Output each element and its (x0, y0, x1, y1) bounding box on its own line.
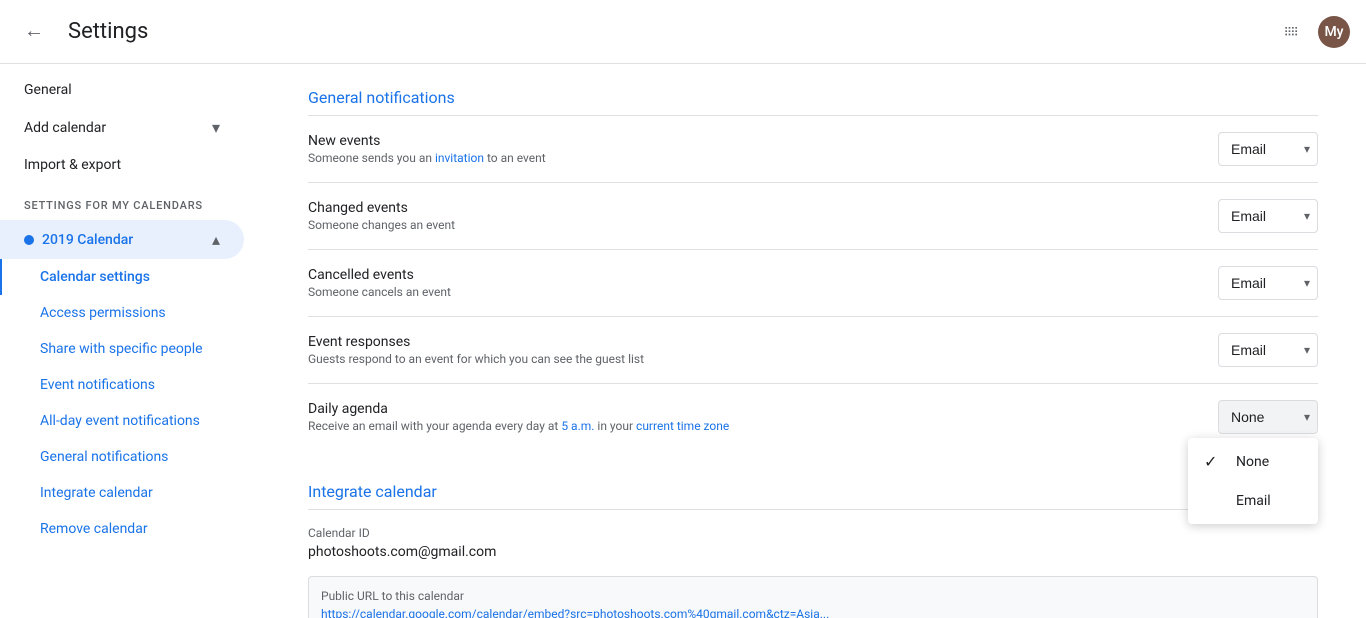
general-label: General (24, 82, 72, 98)
sidebar-item-share-people[interactable]: Share with specific people (0, 331, 244, 367)
dropdown-none-label: None (1236, 454, 1269, 470)
event-responses-select-wrapper: Email None ▾ (1218, 333, 1318, 367)
sidebar-item-remove[interactable]: Remove calendar (0, 511, 244, 547)
daily-agenda-select-wrapper: None Email ▾ ✓ None ✓ Email (1218, 400, 1318, 434)
daily-agenda-row: Daily agenda Receive an email with your … (308, 384, 1318, 450)
apps-grid-button[interactable] (1274, 14, 1310, 50)
calendar-name: 2019 Calendar (42, 232, 133, 248)
back-button[interactable]: ← (16, 12, 52, 51)
changed-events-select[interactable]: Email None (1218, 199, 1318, 233)
calendar-dot (24, 235, 34, 245)
public-url-label: Public URL to this calendar (321, 589, 1305, 603)
user-avatar[interactable]: My (1318, 16, 1350, 48)
new-events-label: New events (308, 133, 546, 149)
time-link[interactable]: 5 a.m. (561, 419, 594, 433)
integrate-section: Integrate calendar Calendar ID photoshoo… (308, 482, 1318, 618)
remove-label: Remove calendar (40, 521, 148, 537)
new-events-row: New events Someone sends you an invitati… (308, 116, 1318, 183)
event-notifications-label: Event notifications (40, 377, 155, 393)
chevron-down-icon: ▾ (212, 118, 220, 137)
allday-notifications-label: All-day event notifications (40, 413, 200, 429)
cancelled-events-desc: Someone cancels an event (308, 285, 451, 299)
changed-events-text: Changed events Someone changes an event (308, 200, 455, 232)
new-events-select[interactable]: Email None (1218, 132, 1318, 166)
sidebar-item-general[interactable]: General (0, 72, 244, 108)
timezone-link[interactable]: current time zone (636, 419, 729, 433)
dropdown-email-label: Email (1236, 493, 1271, 509)
access-permissions-label: Access permissions (40, 305, 166, 321)
sidebar-item-add-calendar[interactable]: Add calendar ▾ (0, 108, 244, 147)
event-responses-text: Event responses Guests respond to an eve… (308, 334, 644, 366)
add-calendar-label: Add calendar (24, 120, 106, 136)
event-responses-desc: Guests respond to an event for which you… (308, 352, 644, 366)
integrate-divider (308, 509, 1318, 510)
main-content: General notifications New events Someone… (260, 64, 1366, 618)
cancelled-events-label: Cancelled events (308, 267, 451, 283)
sidebar-item-2019-calendar[interactable]: 2019 Calendar ▴ (0, 220, 244, 259)
changed-events-label: Changed events (308, 200, 455, 216)
apps-grid-icon (1282, 22, 1302, 42)
cancelled-events-select[interactable]: Email None (1218, 266, 1318, 300)
integrate-title: Integrate calendar (308, 482, 1318, 501)
daily-agenda-desc: Receive an email with your agenda every … (308, 419, 729, 433)
cancelled-events-select-wrapper: Email None ▾ (1218, 266, 1318, 300)
sidebar-item-event-notifications[interactable]: Event notifications (0, 367, 244, 403)
general-notifications-title: General notifications (308, 88, 1318, 107)
import-export-label: Import & export (24, 157, 121, 173)
integrate-label: Integrate calendar (40, 485, 153, 501)
sidebar-item-access-permissions[interactable]: Access permissions (0, 295, 244, 331)
back-icon: ← (24, 20, 44, 43)
new-events-select-wrapper: Email None ▾ (1218, 132, 1318, 166)
cancelled-events-text: Cancelled events Someone cancels an even… (308, 267, 451, 299)
share-people-label: Share with specific people (40, 341, 203, 357)
calendar-id-label: Calendar ID (308, 526, 1318, 540)
dropdown-item-none[interactable]: ✓ None (1188, 442, 1318, 481)
calendar-id-value: photoshoots.com@gmail.com (308, 544, 1318, 560)
sidebar-item-integrate[interactable]: Integrate calendar (0, 475, 244, 511)
top-bar-left: ← Settings (16, 12, 148, 51)
chevron-up-icon: ▴ (212, 230, 220, 249)
calendar-group: 2019 Calendar (24, 232, 133, 248)
event-responses-row: Event responses Guests respond to an eve… (308, 317, 1318, 384)
sidebar-item-allday-notifications[interactable]: All-day event notifications (0, 403, 244, 439)
invitation-link[interactable]: invitation (435, 151, 484, 165)
layout: General Add calendar ▾ Import & export S… (0, 64, 1366, 618)
changed-events-select-wrapper: Email None ▾ (1218, 199, 1318, 233)
public-url-value: https://calendar.google.com/calendar/emb… (321, 607, 1305, 618)
public-url-box: Public URL to this calendar https://cale… (308, 576, 1318, 618)
new-events-text: New events Someone sends you an invitati… (308, 133, 546, 165)
calendar-settings-label: Calendar settings (40, 269, 150, 285)
sidebar-item-general-notifications[interactable]: General notifications (0, 439, 244, 475)
changed-events-row: Changed events Someone changes an event … (308, 183, 1318, 250)
changed-events-desc: Someone changes an event (308, 218, 455, 232)
event-responses-select[interactable]: Email None (1218, 333, 1318, 367)
new-events-desc: Someone sends you an invitation to an ev… (308, 151, 546, 165)
page-title: Settings (68, 19, 148, 44)
settings-for-section: Settings for my calendars (0, 183, 260, 220)
general-notifications-label: General notifications (40, 449, 168, 465)
sidebar-item-calendar-settings[interactable]: Calendar settings (0, 259, 244, 295)
sidebar: General Add calendar ▾ Import & export S… (0, 64, 260, 618)
daily-agenda-select[interactable]: None Email (1218, 400, 1318, 434)
daily-agenda-text: Daily agenda Receive an email with your … (308, 401, 729, 433)
daily-agenda-label: Daily agenda (308, 401, 729, 417)
event-responses-label: Event responses (308, 334, 644, 350)
sidebar-item-import-export[interactable]: Import & export (0, 147, 244, 183)
top-bar: ← Settings My (0, 0, 1366, 64)
check-icon: ✓ (1204, 452, 1224, 471)
dropdown-item-email[interactable]: ✓ Email (1188, 481, 1318, 520)
cancelled-events-row: Cancelled events Someone cancels an even… (308, 250, 1318, 317)
daily-agenda-dropdown: ✓ None ✓ Email (1188, 438, 1318, 524)
top-bar-right: My (1274, 14, 1350, 50)
